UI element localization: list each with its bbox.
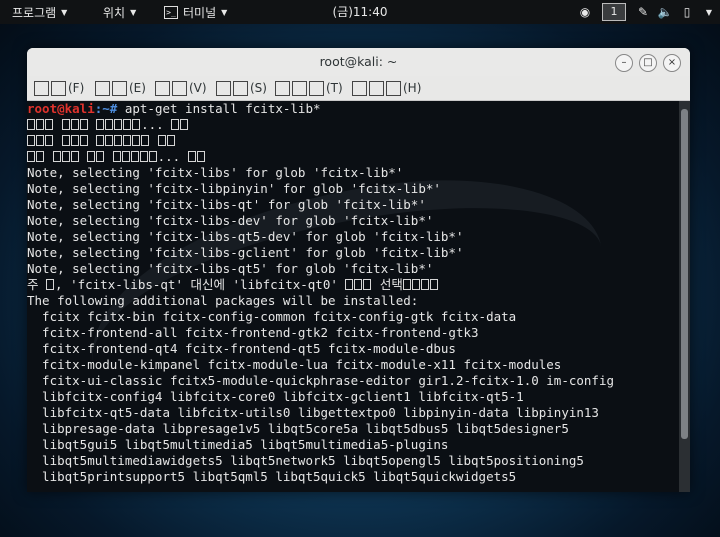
terminal-output[interactable]: root@kali:~# apt-get install fcitx-lib* … [27,101,679,492]
note-line: Note, selecting 'fcitx-libs-qt5' for glo… [27,261,434,276]
terminal-window: root@kali: ~ – □ × (F) (E) (V) (S) (T) (… [27,48,690,492]
menu-bar: (F) (E) (V) (S) (T) (H) [27,76,690,101]
menu-label: (H) [403,81,422,95]
menu-label: (T) [326,81,343,95]
menu-label: (E) [129,81,146,95]
note-line: Note, selecting 'fcitx-libs-dev' for glo… [27,213,434,228]
package-line: fcitx-module-kimpanel fcitx-module-lua f… [27,357,562,372]
note-ko-pre: 주 [27,277,47,292]
volume-icon[interactable]: 🔈 [654,0,676,24]
close-button[interactable]: × [663,54,681,72]
prompt-line: root@kali:~# apt-get install fcitx-lib* [27,101,321,117]
menu-file[interactable]: (F) [34,76,84,100]
package-line: libqt5printsupport5 libqt5qml5 libqt5qui… [27,469,517,484]
status-line: ... [27,117,189,133]
minimize-button[interactable]: – [615,54,633,72]
note-ko-mid: , 'fcitx-libs-qt' 대신에 'libfcitx-qt0' [55,277,346,292]
missing-glyph-icon [112,80,127,96]
scrollbar-thumb[interactable] [681,109,688,439]
prompt-user: root@kali [27,101,95,116]
status-line [27,133,176,149]
missing-glyph-icon [155,80,170,96]
missing-glyph-icon [352,80,367,96]
clock[interactable]: (금)11:40 [333,0,388,24]
note-line: Note, selecting 'fcitx-libs' for glob 'f… [27,165,404,180]
menu-label: (F) [68,81,85,95]
workspace-indicator[interactable]: 1 [602,3,626,21]
package-line: libfcitx-qt5-data libfcitx-utils0 libget… [27,405,599,420]
camera-icon[interactable]: ◉ [574,0,596,24]
maximize-button[interactable]: □ [639,54,657,72]
following-line: The following additional packages will b… [27,293,419,308]
package-line: fcitx-frontend-all fcitx-frontend-gtk2 f… [27,325,479,340]
pen-icon[interactable]: ✎ [632,0,654,24]
package-line: libqt5gui5 libqt5multimedia5 libqt5multi… [27,437,449,452]
window-title: root@kali: ~ [319,54,398,69]
note-ko-sel: 선택 [372,277,403,292]
package-line: libfcitx-config4 libfcitx-core0 libfcitx… [27,389,524,404]
terminal-scrollbar[interactable] [679,101,690,492]
menu-label: (V) [189,81,207,95]
missing-glyph-icon [309,80,324,96]
note-line: Note, selecting 'fcitx-libs-qt5-dev' for… [27,229,464,244]
note-line: Note, selecting 'fcitx-libs-gclient' for… [27,245,464,260]
status-line: ... [27,149,206,165]
missing-glyph-icon [34,80,49,96]
missing-glyph-icon [233,80,248,96]
package-line: fcitx-frontend-qt4 fcitx-frontend-qt5 fc… [27,341,456,356]
prompt-path: :~# [94,101,125,116]
system-tray: ◉ 1 ✎ 🔈 ▯ ▼ [574,0,720,24]
missing-glyph-icon [216,80,231,96]
korean-note-line: 주 , 'fcitx-libs-qt' 대신에 'libfcitx-qt0' 선… [27,277,439,293]
menu-terminal[interactable]: (T) [275,76,343,100]
missing-glyph-icon [386,80,401,96]
note-line: Note, selecting 'fcitx-libs-qt' for glob… [27,197,426,212]
menu-help[interactable]: (H) [352,76,421,100]
note-line: Note, selecting 'fcitx-libpinyin' for gl… [27,181,441,196]
menu-label: (S) [250,81,267,95]
battery-icon[interactable]: ▯ [676,0,698,24]
missing-glyph-icon [292,80,307,96]
missing-glyph-icon [51,80,66,96]
status-text: ... [157,149,181,164]
missing-glyph-icon [95,80,110,96]
package-line: fcitx fcitx-bin fcitx-config-common fcit… [27,309,517,324]
missing-glyph-icon [172,80,187,96]
command-text: apt-get install fcitx-lib* [124,101,321,116]
missing-glyph-icon [275,80,290,96]
package-line: libqt5multimediawidgets5 libqt5network5 … [27,453,584,468]
package-line: fcitx-ui-classic fcitx5-module-quickphra… [27,373,614,388]
title-bar[interactable]: root@kali: ~ – □ × [27,48,690,76]
missing-glyph-icon [369,80,384,96]
status-text: ... [141,117,164,132]
package-line: libpresage-data libpresage1v5 libqt5core… [27,421,569,436]
menu-search[interactable]: (S) [216,76,267,100]
top-panel: 프로그램 ▼ 위치 ▼ >_ 터미널 ▼ (금)11:40 ◉ 1 ✎ 🔈 ▯ … [0,0,720,24]
menu-view[interactable]: (V) [155,76,207,100]
chevron-down-icon[interactable]: ▼ [698,0,720,24]
menu-edit[interactable]: (E) [95,76,146,100]
